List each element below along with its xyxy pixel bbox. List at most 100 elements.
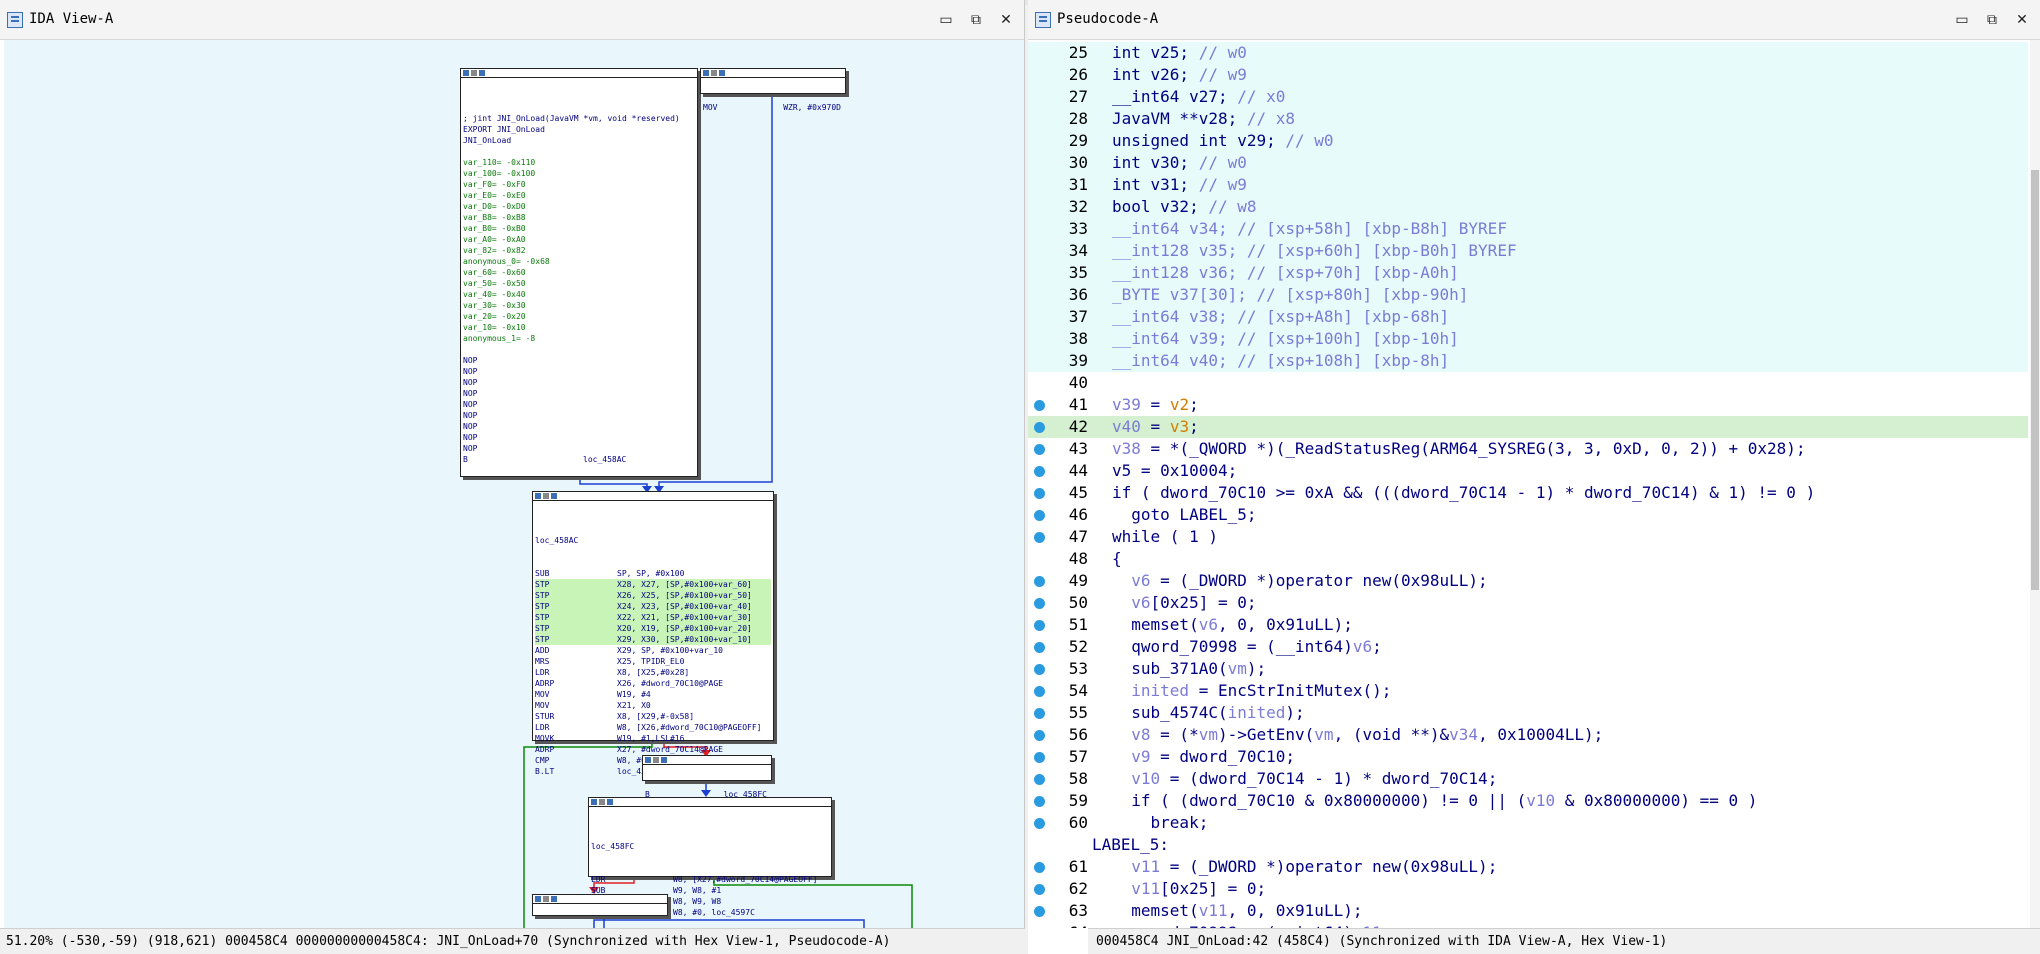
code-line[interactable]: 56 v8 = (*vm)->GetEnv(vm, (void **)&v34,… — [1028, 724, 2028, 746]
node-header-icons — [645, 757, 651, 763]
breakpoint-dot-icon[interactable] — [1034, 576, 1045, 587]
code-line[interactable]: 28 JavaVM **v28; // x8 — [1028, 108, 2028, 130]
asm-op: STP — [535, 591, 550, 600]
breakpoint-dot-icon[interactable] — [1034, 532, 1045, 543]
graph-node-mov[interactable]: MOV WZR, #0x970D — [700, 68, 846, 112]
code-line[interactable]: 39 __int64 v40; // [xsp+108h] [xbp-8h] — [1028, 350, 2028, 372]
breakpoint-dot-icon[interactable] — [1034, 620, 1045, 631]
breakpoint-dot-icon[interactable] — [1034, 598, 1045, 609]
breakpoint-dot-icon[interactable] — [1034, 862, 1045, 873]
code-line[interactable]: 51 memset(v6, 0, 0x91uLL); — [1028, 614, 2028, 636]
code-line[interactable]: 55 sub_4574C(inited); — [1028, 702, 2028, 724]
code-line[interactable]: 57 v9 = dword_70C10; — [1028, 746, 2028, 768]
code-line[interactable]: 37 __int64 v38; // [xsp+A8h] [xbp-68h] — [1028, 306, 2028, 328]
line-number: 33 — [1068, 219, 1088, 238]
breakpoint-dot-icon[interactable] — [1034, 906, 1045, 917]
asm-line: var_100= -0x100 — [463, 169, 536, 178]
close-button[interactable]: ✕ — [994, 8, 1018, 32]
line-number: 59 — [1068, 791, 1088, 810]
breakpoint-dot-icon[interactable] — [1034, 686, 1045, 697]
graph-node-loc-458ac[interactable]: loc_458AC SUB SP, SP, #0x100 STP X28, X27, … — [532, 491, 774, 776]
close-button[interactable]: ✕ — [2010, 8, 2034, 32]
asm-args: X27, #dword_70C14@PAGE — [617, 745, 723, 754]
graph-node-branch-458fc[interactable]: Bloc_458FC — [642, 755, 772, 799]
code-line[interactable]: 27 __int64 v27; // x0 — [1028, 86, 2028, 108]
code-line[interactable]: 43 v38 = *(_QWORD *)(_ReadStatusReg(ARM64… — [1028, 438, 2028, 460]
graph-node-jni-onload[interactable]: ; jint JNI_OnLoad(JavaVM *vm, void *rese… — [460, 68, 698, 477]
code-line[interactable]: 40 — [1028, 372, 2028, 394]
code-line[interactable]: 30 int v30; // w0 — [1028, 152, 2028, 174]
code-line[interactable]: 45 if ( dword_70C10 >= 0xA && (((dword_70… — [1028, 482, 2028, 504]
graph-status-bar: 51.20% (-530,-59) (918,621) 000458C4 000… — [0, 928, 1025, 954]
code-line[interactable]: 48 { — [1028, 548, 2028, 570]
code-line[interactable]: 29 unsigned int v29; // w0 — [1028, 130, 2028, 152]
code-line[interactable]: 34 __int128 v35; // [xsp+60h] [xbp-B0h] B… — [1028, 240, 2028, 262]
asm-line: var_110= -0x110 — [463, 158, 536, 167]
code-line[interactable]: 42 v40 = v3; — [1028, 416, 2028, 438]
asm-op: ADRP — [535, 679, 555, 688]
line-number: 40 — [1068, 373, 1088, 392]
breakpoint-dot-icon[interactable] — [1034, 642, 1045, 653]
line-number: 42 — [1068, 417, 1088, 436]
breakpoint-dot-icon[interactable] — [1034, 664, 1045, 675]
code-line[interactable]: 44 v5 = 0x10004; — [1028, 460, 2028, 482]
breakpoint-dot-icon[interactable] — [1034, 510, 1045, 521]
code-line[interactable]: 49 v6 = (_DWORD *)operator new(0x98uLL); — [1028, 570, 2028, 592]
code-line[interactable]: 25 int v25; // w0 — [1028, 42, 2028, 64]
code-line[interactable]: 41 v39 = v2; — [1028, 394, 2028, 416]
breakpoint-dot-icon[interactable] — [1034, 400, 1045, 411]
code-line[interactable]: 36 _BYTE v37[30]; // [xsp+80h] [xbp-90h] — [1028, 284, 2028, 306]
breakpoint-dot-icon[interactable] — [1034, 444, 1045, 455]
code-line[interactable]: LABEL_5: — [1028, 834, 2028, 856]
breakpoint-dot-icon[interactable] — [1034, 422, 1045, 433]
ida-view-pane: IDA View-A ▭ ⧉ ✕ ; jint JNI_OnLoad(JavaV… — [0, 0, 1025, 954]
code-line[interactable]: 38 __int64 v39; // [xsp+100h] [xbp-10h] — [1028, 328, 2028, 350]
disassembly-graph[interactable]: ; jint JNI_OnLoad(JavaVM *vm, void *rese… — [4, 40, 1024, 928]
asm-args: X29, SP, #0x100+var_10 — [617, 646, 723, 655]
code-line[interactable]: 62 v11[0x25] = 0; — [1028, 878, 2028, 900]
asm-op: STP — [535, 635, 550, 644]
breakpoint-dot-icon[interactable] — [1034, 730, 1045, 741]
asm-line: SUB SP, SP, #0x100 — [535, 568, 771, 579]
code-line[interactable]: 32 bool v32; // w8 — [1028, 196, 2028, 218]
code-line[interactable]: 31 int v31; // w9 — [1028, 174, 2028, 196]
float-button[interactable]: ⧉ — [964, 8, 988, 32]
code-line[interactable]: 59 if ( (dword_70C10 & 0x80000000) != 0 … — [1028, 790, 2028, 812]
asm-args: X8, [X29,#-0x58] — [617, 712, 695, 721]
code-text: __int64 v38; // [xsp+A8h] [xbp-68h] — [1112, 307, 1450, 326]
asm-line: var_20= -0x20 — [463, 312, 526, 321]
code-line[interactable]: 53 sub_371A0(vm); — [1028, 658, 2028, 680]
breakpoint-dot-icon[interactable] — [1034, 466, 1045, 477]
code-text: while ( 1 ) — [1112, 527, 1218, 546]
restore-button[interactable]: ▭ — [934, 8, 958, 32]
code-line[interactable]: 50 v6[0x25] = 0; — [1028, 592, 2028, 614]
code-line[interactable]: 61 v11 = (_DWORD *)operator new(0x98uLL)… — [1028, 856, 2028, 878]
code-line[interactable]: 54 inited = EncStrInitMutex(); — [1028, 680, 2028, 702]
code-line[interactable]: 47 while ( 1 ) — [1028, 526, 2028, 548]
code-line[interactable]: 26 int v26; // w9 — [1028, 64, 2028, 86]
code-line[interactable]: 58 v10 = (dword_70C14 - 1) * dword_70C14… — [1028, 768, 2028, 790]
breakpoint-dot-icon[interactable] — [1034, 752, 1045, 763]
float-button[interactable]: ⧉ — [1980, 8, 2004, 32]
restore-button[interactable]: ▭ — [1950, 8, 1974, 32]
pseudocode-editor[interactable]: 25 int v25; // w0 26 int v26; // w9 27 __int6… — [1028, 40, 2040, 928]
breakpoint-dot-icon[interactable] — [1034, 774, 1045, 785]
code-line[interactable]: 63 memset(v11, 0, 0x91uLL); — [1028, 900, 2028, 922]
graph-node-loc-458fc[interactable]: loc_458FC LDR W8, [X27,#dword_70C14@PAGEO… — [588, 797, 832, 917]
breakpoint-dot-icon[interactable] — [1034, 488, 1045, 499]
code-line[interactable]: 46 goto LABEL_5; — [1028, 504, 2028, 526]
asm-line: STP X29, X30, [SP,#0x100+var_10] — [535, 634, 771, 645]
code-line[interactable]: 52 qword_70998 = (__int64)v6; — [1028, 636, 2028, 658]
code-line[interactable]: 35 __int128 v36; // [xsp+70h] [xbp-A0h] — [1028, 262, 2028, 284]
breakpoint-dot-icon[interactable] — [1034, 818, 1045, 829]
graph-node-branch-45910[interactable]: Bloc_45910 — [532, 894, 668, 928]
scrollbar-thumb[interactable] — [2031, 170, 2039, 590]
code-line[interactable]: 33 __int64 v34; // [xsp+58h] [xbp-B8h] BY… — [1028, 218, 2028, 240]
breakpoint-dot-icon[interactable] — [1034, 708, 1045, 719]
code-line[interactable]: 60 break; — [1028, 812, 2028, 834]
asm-line: STP X24, X23, [SP,#0x100+var_40] — [535, 601, 771, 612]
pseudocode-scrollbar[interactable] — [2030, 40, 2040, 928]
asm-args: SP, SP, #0x100 — [617, 569, 685, 578]
breakpoint-dot-icon[interactable] — [1034, 796, 1045, 807]
breakpoint-dot-icon[interactable] — [1034, 884, 1045, 895]
